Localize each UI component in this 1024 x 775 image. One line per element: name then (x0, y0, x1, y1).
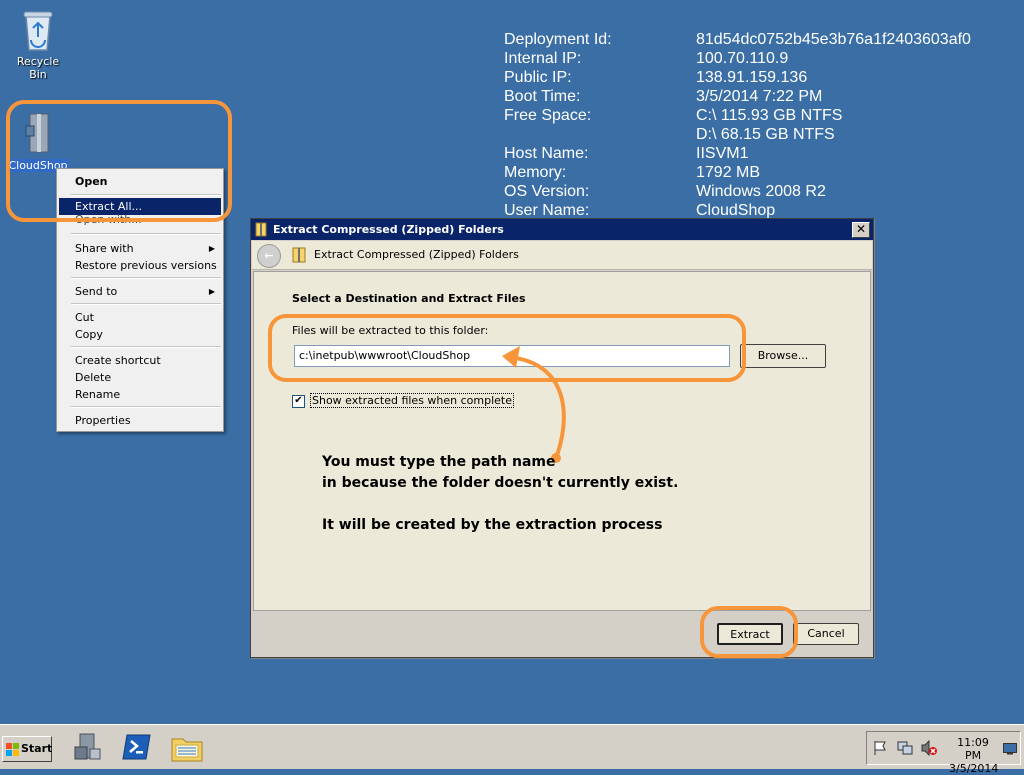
show-files-checkbox[interactable]: ✔ (292, 395, 305, 408)
menu-separator (71, 277, 221, 279)
system-tray: 11:09 PM 3/5/2014 (866, 731, 1021, 775)
bginfo-row: Internal IP: 100.70.110.9 (504, 49, 971, 68)
back-arrow-icon: ← (264, 249, 274, 262)
annotation-line-3: It will be created by the extraction pro… (322, 517, 663, 533)
annotation-line-1: You must type the path name (322, 454, 556, 470)
windows-logo-icon (6, 742, 20, 766)
browse-button[interactable]: Browse... (740, 344, 826, 368)
dialog-titlebar[interactable]: Extract Compressed (Zipped) Folders ✕ (251, 219, 873, 240)
clock-date: 3/5/2014 (949, 762, 999, 775)
close-button[interactable]: ✕ (852, 222, 870, 238)
bginfo-key (504, 125, 696, 144)
submenu-arrow-icon: ▶ (208, 244, 215, 253)
speaker-muted-icon[interactable] (921, 739, 937, 759)
clock-time: 11:09 PM (957, 736, 989, 762)
submenu-arrow-icon: ▶ (208, 287, 215, 296)
taskbar: Start 11:09 PM 3/5/2014 (0, 724, 1024, 775)
bginfo-row: Memory: 1792 MB (504, 163, 971, 182)
explorer-folder-icon[interactable] (170, 733, 204, 766)
header-title: Extract Compressed (Zipped) Folders (314, 248, 519, 261)
menu-item-copy[interactable]: Copy (59, 326, 221, 343)
network-icon[interactable] (897, 740, 913, 759)
tray-clock[interactable]: 11:09 PM 3/5/2014 (949, 736, 999, 775)
bginfo-value: 1792 MB (696, 164, 761, 181)
bginfo-value: C:\ 115.93 GB NTFS (696, 107, 843, 124)
share-with-label: Share with (75, 242, 134, 255)
bginfo-row: Free Space: C:\ 115.93 GB NTFS (504, 106, 971, 125)
bginfo-row: Deployment Id: 81d54dc0752b45e3b76a1f2403… (504, 30, 971, 49)
bginfo-key: OS Version: (504, 183, 590, 200)
annotation-line-2: in because the folder doesn't currently … (322, 475, 679, 491)
recycle-bin-label: Recycle Bin (16, 55, 60, 81)
bginfo-row: Public IP: 138.91.159.136 (504, 68, 971, 87)
bginfo-row: Host Name: IISVM1 (504, 144, 971, 163)
bginfo-row: D:\ 68.15 GB NTFS (504, 125, 971, 144)
cancel-button[interactable]: Cancel (793, 623, 859, 645)
bginfo-key: Boot Time: (504, 88, 581, 105)
callout-arrow-icon (502, 346, 566, 463)
powershell-icon[interactable] (122, 733, 152, 764)
menu-item-send-to[interactable]: Send to ▶ (59, 283, 221, 300)
start-button[interactable]: Start (2, 736, 52, 762)
menu-separator (71, 346, 221, 348)
bginfo-value: D:\ 68.15 GB NTFS (696, 126, 835, 143)
bginfo-key: Internal IP: (504, 50, 582, 67)
bginfo-value: 81d54dc0752b45e3b76a1f2403603af0 (696, 31, 971, 48)
start-label: Start (21, 742, 53, 755)
checkmark-icon: ✔ (294, 395, 303, 406)
bginfo-row: OS Version: Windows 2008 R2 (504, 182, 971, 201)
bginfo-value: Windows 2008 R2 (696, 183, 826, 200)
dialog-title: Extract Compressed (Zipped) Folders (273, 223, 504, 236)
recycle-bin-icon (23, 11, 53, 51)
menu-item-properties[interactable]: Properties (59, 412, 221, 429)
section-title: Select a Destination and Extract Files (292, 292, 526, 305)
bginfo-key: Free Space: (504, 107, 592, 124)
callout-context-menu (6, 100, 232, 222)
menu-separator (71, 233, 221, 235)
bginfo-key: Memory: (504, 164, 567, 181)
back-button[interactable]: ← (257, 244, 281, 268)
bginfo-value: 3/5/2014 7:22 PM (696, 88, 823, 105)
menu-separator (71, 406, 221, 408)
bginfo-key: Deployment Id: (504, 31, 612, 48)
bginfo-value: 100.70.110.9 (696, 50, 789, 67)
dialog-header: ← Extract Compressed (Zipped) Folders (252, 241, 872, 270)
action-center-flag-icon[interactable] (873, 740, 887, 759)
bginfo-panel: Deployment Id: 81d54dc0752b45e3b76a1f2403… (504, 30, 971, 220)
bginfo-key: Public IP: (504, 69, 572, 86)
menu-item-delete[interactable]: Delete (59, 369, 221, 386)
menu-item-rename[interactable]: Rename (59, 386, 221, 403)
menu-item-restore[interactable]: Restore previous versions (59, 257, 221, 274)
menu-separator (71, 303, 221, 305)
zip-folder-header-icon (292, 247, 306, 266)
send-to-label: Send to (75, 285, 118, 298)
show-desktop-icon[interactable] (1003, 743, 1017, 758)
menu-item-create-shortcut[interactable]: Create shortcut (59, 352, 221, 369)
bginfo-row: Boot Time: 3/5/2014 7:22 PM (504, 87, 971, 106)
close-icon: ✕ (855, 222, 867, 236)
callout-extract-button (700, 606, 798, 658)
bginfo-value: IISVM1 (696, 145, 749, 162)
bginfo-value: 138.91.159.136 (696, 69, 808, 86)
menu-item-cut[interactable]: Cut (59, 309, 221, 326)
bginfo-key: Host Name: (504, 145, 589, 162)
menu-item-share-with[interactable]: Share with ▶ (59, 240, 221, 257)
recycle-bin-desktop-icon[interactable]: Recycle Bin (6, 6, 70, 81)
server-manager-icon[interactable] (72, 731, 104, 766)
